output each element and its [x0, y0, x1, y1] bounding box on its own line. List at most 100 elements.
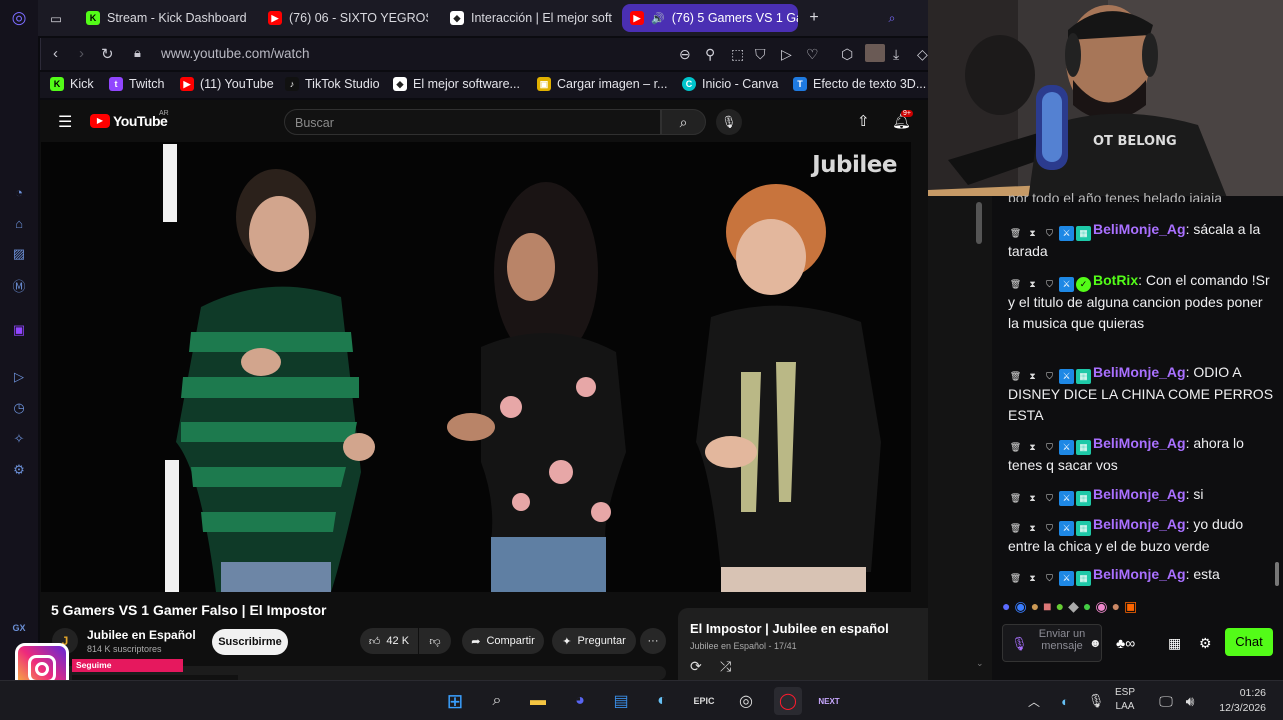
chat-input[interactable]: 🎙︎ Enviar un mensaje ☻: [1002, 624, 1102, 662]
tab-youtube-gamers[interactable]: ▶ 🔊 (76) 5 Gamers VS 1 Ga: [622, 4, 798, 32]
bookmark-kick[interactable]: K Kick: [50, 77, 94, 91]
settings-icon[interactable]: ⚙: [1199, 635, 1212, 652]
sidebar-player-icon[interactable]: ▷: [9, 367, 29, 387]
search-input[interactable]: Buscar: [284, 109, 661, 135]
shuffle-icon[interactable]: ⤮: [720, 658, 731, 675]
upload-icon[interactable]: ⇧: [857, 112, 870, 130]
trash-icon[interactable]: 🗑︎: [1008, 226, 1023, 241]
clock[interactable]: 01:26 12/3/2026: [1212, 686, 1266, 716]
zoom-icon[interactable]: ⊖: [679, 46, 691, 63]
dislike-button[interactable]: 👎︎: [419, 628, 451, 654]
discord-icon[interactable]: ◕: [566, 687, 594, 715]
new-tab-button[interactable]: +: [802, 4, 826, 32]
playlist-title[interactable]: El Impostor | Jubilee en español: [690, 621, 889, 636]
shield-icon[interactable]: ⛉: [755, 46, 766, 63]
search-button[interactable]: ⌕: [661, 109, 706, 135]
download-icon[interactable]: ⤓: [893, 46, 899, 63]
mic-tray-icon[interactable]: 🎙︎: [1082, 687, 1110, 715]
steam-tray-icon[interactable]: ◐: [1051, 687, 1079, 715]
play-icon[interactable]: ▷: [781, 46, 792, 63]
timeout-icon[interactable]: ⧗: [1025, 521, 1040, 536]
emote-icon[interactable]: ●: [1056, 598, 1064, 618]
chevron-down-icon[interactable]: ⌄: [976, 658, 984, 669]
emote-icon[interactable]: ◉: [1095, 598, 1107, 618]
search-tabs-icon[interactable]: ⌕: [880, 4, 904, 32]
sidebar-m-icon[interactable]: Ⓜ: [9, 275, 29, 295]
trash-icon[interactable]: 🗑︎: [1008, 571, 1023, 586]
trash-icon[interactable]: 🗑︎: [1008, 521, 1023, 536]
sidebar-twitch-icon[interactable]: ▣: [9, 320, 29, 340]
url-field[interactable]: www.youtube.com/watch: [161, 46, 310, 61]
chat-username[interactable]: BeliMonje_Ag: [1093, 435, 1186, 451]
shield-icon[interactable]: ⛉: [1042, 571, 1057, 586]
share-button[interactable]: ➦ Compartir: [462, 628, 544, 654]
opera-gx-icon[interactable]: ◯: [774, 687, 802, 715]
steam-icon[interactable]: ◐: [648, 687, 676, 715]
tab-youtube-sixto[interactable]: ▶ (76) 06 - SIXTO YEGROS,: [260, 4, 428, 32]
chat-username[interactable]: BeliMonje_Ag: [1093, 486, 1186, 502]
tab-interaccion[interactable]: ◆ Interacción | El mejor softw: [442, 4, 612, 32]
emote-icon[interactable]: ●: [1112, 598, 1120, 618]
voice-search-button[interactable]: 🎙︎: [716, 109, 742, 135]
bookmark-youtube[interactable]: ▶ (11) YouTube: [180, 77, 274, 91]
scrollbar[interactable]: [976, 202, 982, 244]
bookmark-texto-3d[interactable]: T Efecto de texto 3D...: [793, 77, 926, 91]
back-icon[interactable]: ‹: [53, 45, 58, 62]
sidebar-bot-icon[interactable]: ⌂: [9, 213, 29, 233]
timeout-icon[interactable]: ⧗: [1025, 277, 1040, 292]
lock-icon[interactable]: 🔒︎: [134, 45, 141, 61]
extensions-icon[interactable]: ⬡: [841, 46, 853, 63]
emote-icon[interactable]: ◆: [1068, 598, 1079, 618]
bookmark-twitch[interactable]: t Twitch: [109, 77, 164, 91]
subscribe-button[interactable]: Suscribirme: [212, 629, 288, 655]
channel-name[interactable]: Jubilee en Español: [87, 628, 196, 642]
next-app-icon[interactable]: NEXT: [815, 687, 843, 715]
video-player[interactable]: Jubilee: [41, 142, 911, 592]
trash-icon[interactable]: 🗑︎: [1008, 369, 1023, 384]
chat-username[interactable]: BeliMonje_Ag: [1093, 364, 1186, 380]
mic-icon[interactable]: 🎙︎: [1011, 636, 1028, 652]
trash-icon[interactable]: 🗑︎: [1008, 277, 1023, 292]
chat-username[interactable]: BeliMonje_Ag: [1093, 516, 1186, 532]
tab-overview-icon[interactable]: ▭: [42, 4, 70, 32]
pin-icon[interactable]: ⚲: [705, 46, 715, 63]
chat-username[interactable]: BeliMonje_Ag: [1093, 566, 1186, 582]
timeout-icon[interactable]: ⧗: [1025, 440, 1040, 455]
sidebar-extensions-icon[interactable]: ✧: [9, 429, 29, 449]
store-icon[interactable]: ▤: [607, 687, 635, 715]
points-icon[interactable]: ♣∞: [1116, 635, 1135, 651]
trash-icon[interactable]: 🗑︎: [1008, 491, 1023, 506]
search-icon[interactable]: ⌕: [483, 687, 511, 715]
loop-icon[interactable]: ⟳: [690, 658, 702, 675]
chevron-up-icon[interactable]: ︿: [1020, 687, 1048, 715]
youtube-logo-icon[interactable]: ▶: [90, 114, 110, 128]
obs-icon[interactable]: ◎: [732, 687, 760, 715]
chat-send-button[interactable]: Chat: [1225, 628, 1273, 656]
timeout-icon[interactable]: ⧗: [1025, 369, 1040, 384]
bookmark-canva[interactable]: C Inicio - Canva: [682, 77, 778, 91]
heart-icon[interactable]: ♡: [806, 46, 819, 63]
forward-icon[interactable]: ›: [79, 45, 84, 62]
more-icon[interactable]: ◇: [917, 46, 928, 63]
chat-username[interactable]: BeliMonje_Ag: [1093, 221, 1186, 237]
shield-icon[interactable]: ⛉: [1042, 491, 1057, 506]
windows-start-icon[interactable]: ⊞: [441, 687, 469, 715]
bookmark-cargar-imagen[interactable]: ▣ Cargar imagen – r...: [537, 77, 667, 91]
emote-icon[interactable]: ◉: [1014, 598, 1026, 618]
sidebar-history-icon[interactable]: ◷: [9, 398, 29, 418]
file-explorer-icon[interactable]: ▬: [524, 687, 552, 715]
chat-username[interactable]: BotRix: [1093, 272, 1138, 288]
timeout-icon[interactable]: ⧗: [1025, 226, 1040, 241]
ask-button[interactable]: ✦ Preguntar: [552, 628, 636, 654]
opera-menu-icon[interactable]: ◎: [9, 8, 29, 28]
profile-avatar[interactable]: [865, 44, 885, 62]
store-icon[interactable]: ▦: [1168, 635, 1181, 652]
tab-kick-dashboard[interactable]: K Stream - Kick Dashboard: [78, 4, 250, 32]
timeout-icon[interactable]: ⧗: [1025, 491, 1040, 506]
reload-icon[interactable]: ↻: [101, 45, 114, 63]
emote-icon[interactable]: ●: [1083, 598, 1091, 618]
volume-icon[interactable]: 🔊︎: [1176, 687, 1204, 715]
shield-icon[interactable]: ⛉: [1042, 277, 1057, 292]
more-actions-button[interactable]: ···: [640, 628, 666, 654]
emoji-icon[interactable]: ☻: [1089, 636, 1102, 650]
